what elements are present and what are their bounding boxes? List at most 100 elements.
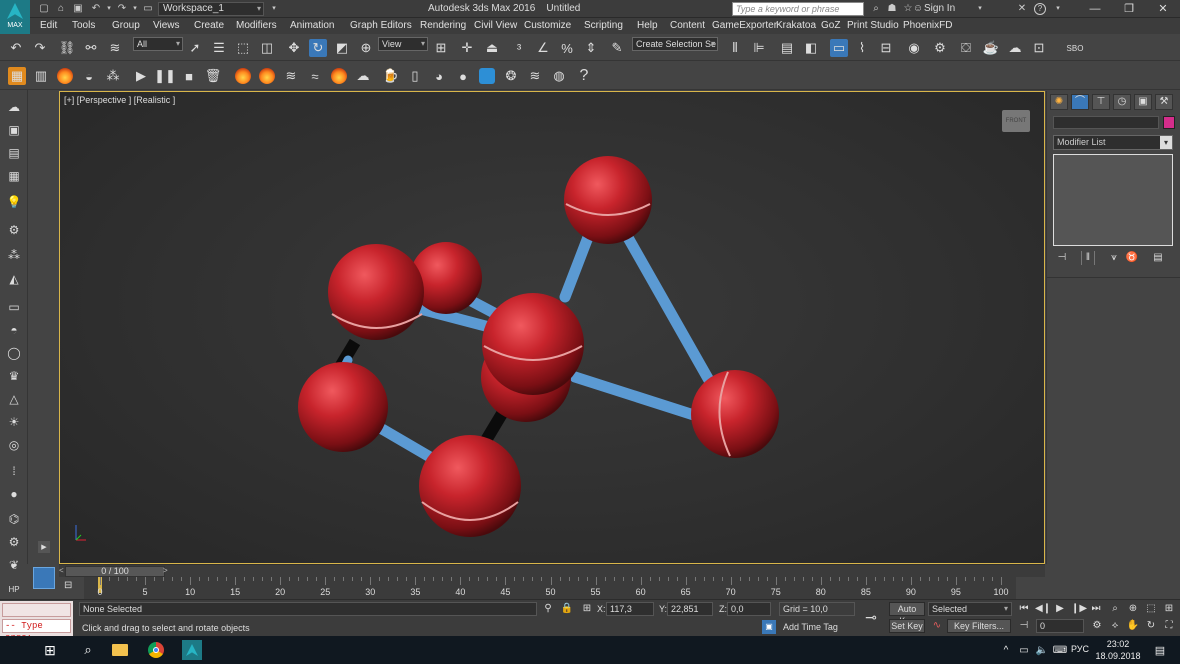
- atom-sphere[interactable]: [328, 244, 424, 340]
- start-button-icon[interactable]: ⊞: [40, 640, 60, 660]
- redo-icon[interactable]: ↷: [31, 39, 49, 57]
- add-time-tag-button[interactable]: Add Time Tag: [783, 622, 838, 632]
- hp-icon[interactable]: HP: [5, 580, 23, 598]
- menu-civil-view[interactable]: Civil View: [474, 20, 517, 31]
- candle-icon[interactable]: [330, 67, 348, 85]
- window-crossing-icon[interactable]: ◫: [258, 39, 276, 57]
- schematic-view-icon[interactable]: ⊟: [877, 39, 895, 57]
- menu-animation[interactable]: Animation: [290, 20, 334, 31]
- atom-sphere[interactable]: [419, 435, 521, 537]
- render-iterative-icon[interactable]: ⊡: [1030, 39, 1048, 57]
- utilities-tab-icon[interactable]: ⚒: [1155, 94, 1173, 110]
- modifier-list-dropdown[interactable]: Modifier List ▾: [1053, 135, 1173, 150]
- spinner-snap-icon[interactable]: ⇕: [582, 39, 600, 57]
- menu-help[interactable]: Help: [637, 20, 658, 31]
- minimize-button[interactable]: —: [1078, 0, 1112, 18]
- go-to-start-icon[interactable]: ⏮: [1017, 602, 1031, 616]
- display-tab-icon[interactable]: ▣: [1134, 94, 1152, 110]
- menu-group[interactable]: Group: [112, 20, 140, 31]
- open-mini-curve-editor-icon[interactable]: ⊟: [64, 580, 80, 594]
- time-slider-thumb[interactable]: 0 / 100: [65, 566, 165, 577]
- sun-icon[interactable]: ☀: [5, 413, 23, 431]
- honey-icon[interactable]: ◕: [430, 67, 448, 85]
- edit-named-selection-icon[interactable]: ✎: [608, 39, 626, 57]
- stop-simulation-icon[interactable]: ■: [180, 67, 198, 85]
- pause-simulation-icon[interactable]: ❚❚: [154, 67, 176, 85]
- wind-icon[interactable]: ≈: [306, 67, 324, 85]
- select-and-link-icon[interactable]: ⛓: [58, 39, 76, 57]
- menu-views[interactable]: Views: [153, 20, 180, 31]
- object-color-swatch[interactable]: [1163, 116, 1175, 129]
- previous-frame-icon[interactable]: ◀❙: [1035, 602, 1051, 616]
- blood-icon[interactable]: ●: [454, 67, 472, 85]
- delete-cache-icon[interactable]: 🗑: [204, 67, 222, 85]
- select-and-rotate-icon[interactable]: ↻: [309, 39, 327, 57]
- maxscript-input[interactable]: [2, 603, 71, 617]
- glass-icon[interactable]: ▯: [406, 67, 424, 85]
- bond[interactable]: [616, 221, 716, 388]
- 3dsmax-taskbar-icon[interactable]: [182, 640, 202, 660]
- phoenix-grid-icon[interactable]: ▦: [8, 67, 26, 85]
- atom-sphere[interactable]: [298, 362, 388, 452]
- bond[interactable]: [559, 226, 596, 303]
- active-viewport-icon[interactable]: [33, 567, 55, 589]
- paint-icon[interactable]: [478, 67, 496, 85]
- unlink-selection-icon[interactable]: ⚯: [82, 39, 100, 57]
- perspective-viewport[interactable]: [+] [Perspective ] [Realistic ] FRONT: [59, 91, 1045, 564]
- help-dropdown-icon[interactable]: ▾: [1052, 3, 1064, 15]
- phoenix-liquid-icon[interactable]: ▥: [32, 67, 50, 85]
- toggle-scene-explorer-icon[interactable]: ▤: [778, 39, 796, 57]
- chrome-icon[interactable]: [146, 640, 166, 660]
- use-pivot-center-icon[interactable]: ⊞: [432, 39, 450, 57]
- menu-goz[interactable]: GoZ: [821, 20, 840, 31]
- sign-in-dropdown-icon[interactable]: ▾: [974, 3, 986, 15]
- menu-customize[interactable]: Customize: [524, 20, 571, 31]
- subscription-icon[interactable]: ☗: [886, 3, 898, 15]
- menu-scripting[interactable]: Scripting: [584, 20, 623, 31]
- sbo-button[interactable]: SBO: [1062, 39, 1088, 57]
- menu-gameexporter[interactable]: GameExporter: [712, 20, 777, 31]
- select-and-place-icon[interactable]: ⊕: [357, 39, 375, 57]
- project-folder-icon[interactable]: ▭: [142, 3, 154, 15]
- dome-light-icon[interactable]: ◓: [5, 321, 23, 339]
- hierarchy-tab-icon[interactable]: ⊤: [1092, 94, 1110, 110]
- menu-graph-editors[interactable]: Graph Editors: [350, 20, 412, 31]
- save-file-icon[interactable]: ▣: [72, 3, 84, 15]
- open-file-icon[interactable]: ⌂: [55, 3, 67, 15]
- motion-tab-icon[interactable]: ◷: [1113, 94, 1131, 110]
- toggle-layer-explorer-icon[interactable]: ◧: [802, 39, 820, 57]
- search-icon[interactable]: ⌕: [78, 640, 98, 660]
- time-slider[interactable]: < 0 / 100 >: [59, 564, 1045, 577]
- close-window-button[interactable]: ✕: [1146, 0, 1180, 18]
- play-icon[interactable]: ▶: [1053, 602, 1067, 616]
- snaps-toggle-icon[interactable]: ³: [510, 39, 528, 57]
- atom-sphere[interactable]: [564, 156, 652, 244]
- maxscript-output[interactable]: -- Type erro:: [2, 619, 71, 643]
- key-curve-icon[interactable]: ∿: [930, 619, 944, 633]
- light-bulb-icon[interactable]: 💡: [5, 193, 23, 211]
- undo-dropdown-icon[interactable]: ▾: [103, 3, 115, 15]
- field-of-view-icon[interactable]: ⟡: [1108, 619, 1122, 633]
- menu-edit[interactable]: Edit: [40, 20, 57, 31]
- restore-button[interactable]: ❐: [1112, 0, 1146, 18]
- orbit-icon[interactable]: ↻: [1144, 619, 1158, 633]
- zoom-extents-icon[interactable]: ⬚: [1144, 602, 1158, 616]
- exchange-apps-icon[interactable]: ✕: [1016, 3, 1028, 15]
- key-mode-dropdown[interactable]: Selected ▾: [928, 602, 1012, 616]
- time-tag-icon[interactable]: ▣: [762, 620, 776, 634]
- mesh-light-icon[interactable]: ♛: [5, 367, 23, 385]
- proxy-icon[interactable]: ⌬: [5, 510, 23, 528]
- cloud-icon[interactable]: ☁: [5, 98, 23, 116]
- pool-icon[interactable]: ◍: [550, 67, 568, 85]
- redo-dropdown-icon[interactable]: ▾: [129, 3, 141, 15]
- absolute-mode-icon[interactable]: ⊞: [580, 602, 594, 616]
- menu-krakatoa[interactable]: Krakatoa: [776, 20, 816, 31]
- select-object-icon[interactable]: ➚: [186, 39, 204, 57]
- undo-icon[interactable]: ↶: [90, 3, 102, 15]
- water-source-icon[interactable]: ◒: [80, 67, 98, 85]
- select-and-scale-icon[interactable]: ◩: [333, 39, 351, 57]
- bond[interactable]: [569, 371, 706, 423]
- keyboard-shortcut-override-icon[interactable]: ⏏: [483, 39, 501, 57]
- auto-key-button[interactable]: Auto Key: [889, 602, 925, 626]
- select-and-move-icon[interactable]: ✥: [285, 39, 303, 57]
